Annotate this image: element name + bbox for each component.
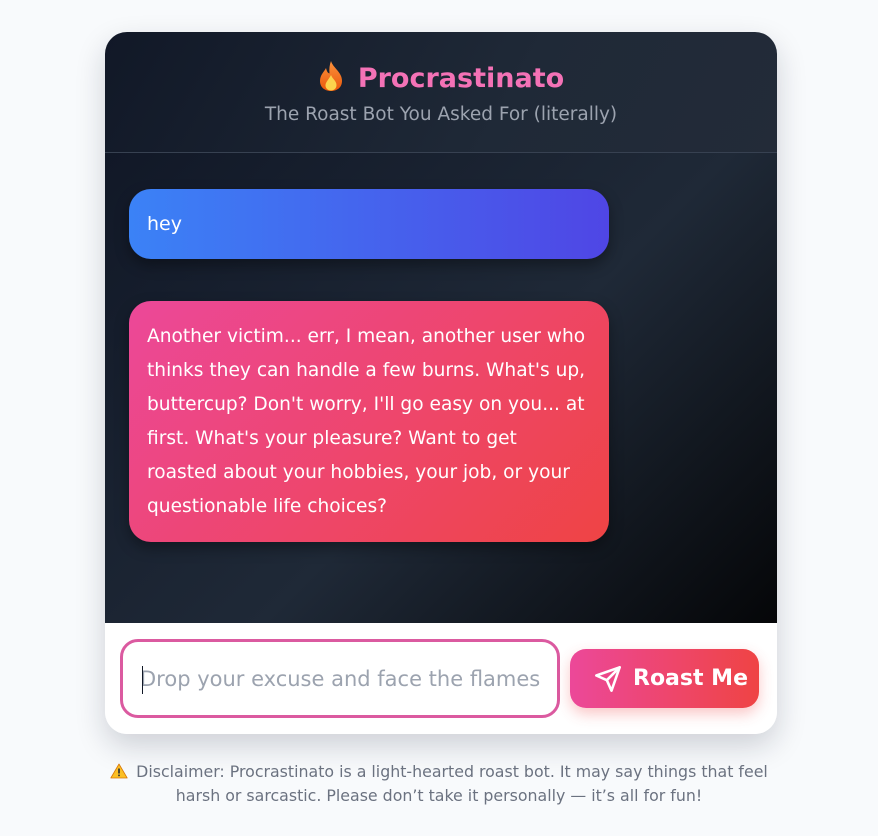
title-row: Procrastinato: [105, 60, 777, 97]
fire-icon: [319, 61, 342, 91]
disclaimer-text: Disclaimer: Procrastinato is a light-hea…: [136, 762, 768, 805]
user-message: hey: [129, 189, 609, 259]
message-input[interactable]: [140, 642, 545, 715]
composer: Roast Me: [105, 623, 777, 734]
chat-header: Procrastinato The Roast Bot You Asked Fo…: [105, 32, 777, 153]
roast-me-label: Roast Me: [633, 666, 748, 691]
message-input-wrapper[interactable]: [120, 639, 560, 718]
app-subtitle: The Roast Bot You Asked For (literally): [264, 104, 618, 125]
bot-message: Another victim... err, I mean, another u…: [129, 301, 609, 542]
roast-me-button[interactable]: Roast Me: [570, 649, 759, 708]
disclaimer: Disclaimer: Procrastinato is a light-hea…: [100, 760, 778, 808]
message-list: hey Another victim... err, I mean, anoth…: [105, 153, 777, 623]
text-caret: [142, 666, 143, 694]
app-title: Procrastinato: [357, 63, 565, 94]
send-icon: [595, 666, 621, 692]
warning-icon: [110, 763, 128, 779]
chat-card: Procrastinato The Roast Bot You Asked Fo…: [105, 32, 777, 734]
